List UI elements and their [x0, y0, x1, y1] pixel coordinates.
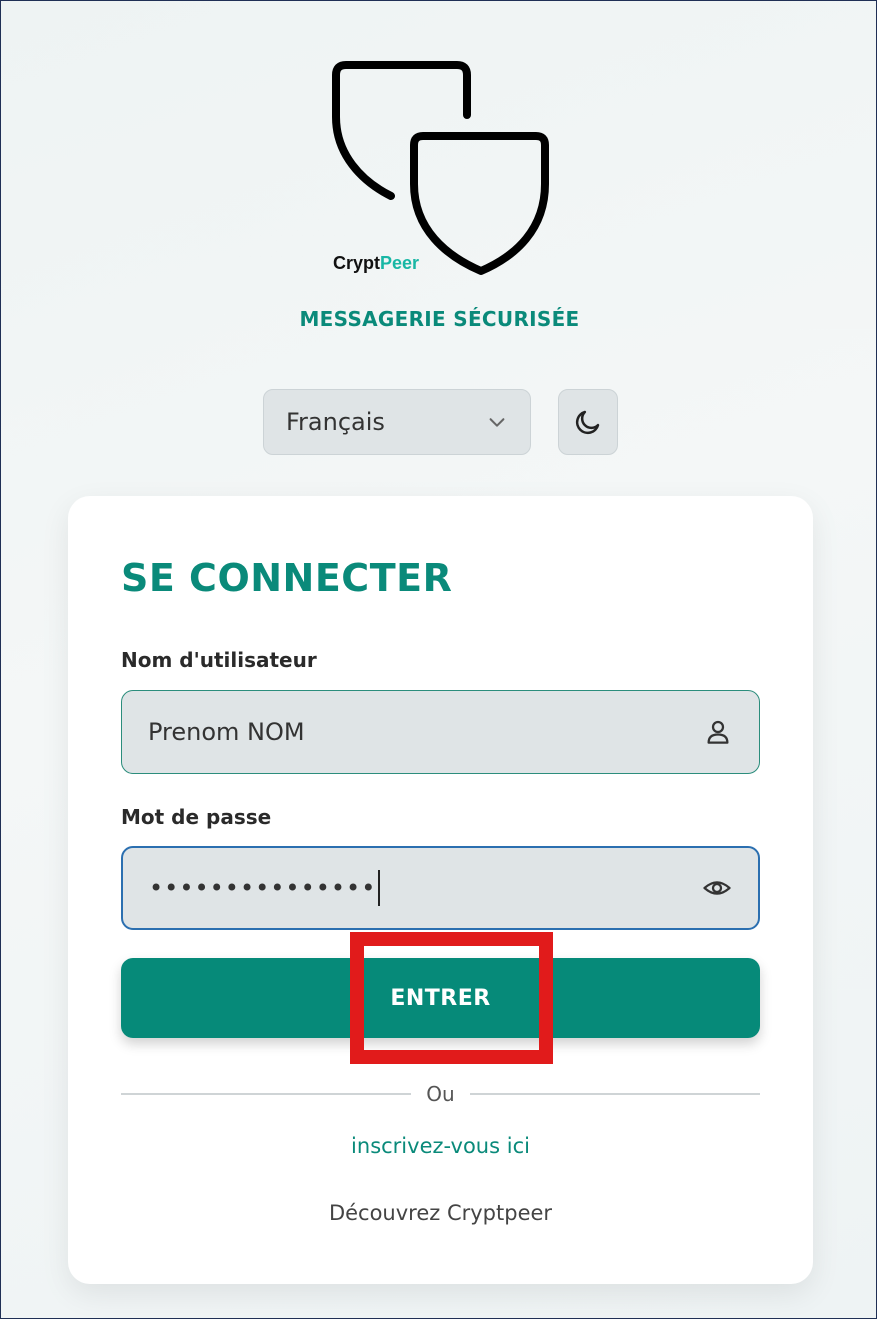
- brand-name-part1: Crypt: [333, 253, 381, 273]
- language-select[interactable]: Français: [263, 389, 531, 455]
- username-value: Prenom NOM: [148, 718, 305, 746]
- brand-name: CryptPeer: [333, 253, 419, 274]
- chevron-down-icon: [489, 418, 505, 427]
- tagline: MESSAGERIE SÉCURISÉE: [299, 307, 580, 331]
- password-value: •••••••••••••••: [149, 874, 377, 902]
- password-label: Mot de passe: [121, 805, 272, 829]
- password-value-wrap: •••••••••••••••: [149, 870, 702, 906]
- eye-icon[interactable]: [702, 873, 732, 903]
- login-card: SE CONNECTER Nom d'utilisateur Prenom NO…: [68, 496, 813, 1284]
- divider-left: [121, 1093, 411, 1095]
- brand-name-part2: Peer: [380, 253, 420, 273]
- highlight-box: [350, 932, 553, 1064]
- theme-toggle-button[interactable]: [558, 389, 618, 455]
- or-separator: Ou: [426, 1082, 455, 1106]
- username-input[interactable]: Prenom NOM: [121, 690, 760, 774]
- text-caret: [378, 870, 381, 906]
- password-input[interactable]: •••••••••••••••: [121, 846, 760, 930]
- language-select-value: Français: [286, 408, 385, 436]
- discover-link[interactable]: Découvrez Cryptpeer: [68, 1201, 813, 1225]
- signup-link[interactable]: inscrivez-vous ici: [68, 1134, 813, 1158]
- user-icon: [707, 720, 729, 744]
- login-title: SE CONNECTER: [121, 556, 453, 600]
- divider-right: [470, 1093, 760, 1095]
- username-label: Nom d'utilisateur: [121, 648, 317, 672]
- cryptpeer-logo-icon: [332, 61, 549, 275]
- moon-icon: [575, 410, 600, 435]
